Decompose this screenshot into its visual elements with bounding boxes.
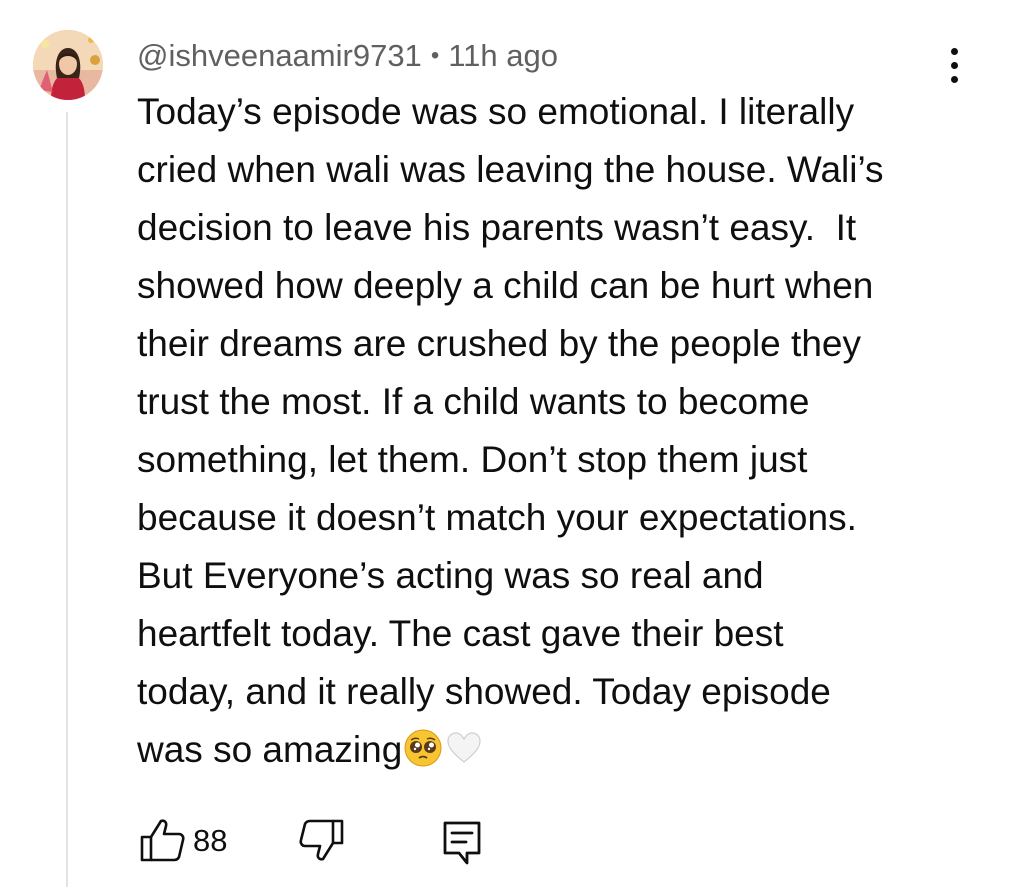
timestamp[interactable]: 11h ago: [448, 38, 558, 73]
like-button[interactable]: [137, 813, 191, 867]
comment-line: Today’s episode was so emotional. I lite…: [137, 91, 855, 132]
comment-body: Today’s episode was so emotional. I lite…: [137, 83, 937, 779]
pleading-face-emoji-icon: [404, 729, 442, 767]
comment-line: because it doesn’t match your expectatio…: [137, 497, 857, 538]
comment-line: today, and it really showed. Today episo…: [137, 671, 831, 712]
more-vertical-icon-dot: [951, 62, 958, 69]
comment-line: But Everyone’s acting was so real and: [137, 555, 764, 596]
reply-comment-icon: [443, 821, 481, 865]
comment-line: their dreams are crushed by the people t…: [137, 323, 861, 364]
reply-button[interactable]: [437, 815, 491, 869]
comment-line: heartfelt today. The cast gave their bes…: [137, 613, 784, 654]
meta-separator: •: [430, 42, 440, 69]
comment-line: something, let them. Don’t stop them jus…: [137, 439, 808, 480]
dislike-button[interactable]: [293, 813, 347, 867]
comment-line: decision to leave his parents wasn’t eas…: [137, 207, 857, 248]
white-heart-emoji-icon: [447, 732, 481, 763]
comment-line-last: was so amazing: [137, 721, 937, 779]
comment-line: trust the most. If a child wants to beco…: [137, 381, 810, 422]
author-handle[interactable]: @ishveenaamir9731: [137, 38, 422, 73]
user-avatar-image: [33, 30, 103, 100]
more-vertical-icon: [951, 48, 958, 55]
comment-line: showed how deeply a child can be hurt wh…: [137, 265, 874, 306]
comment-line: cried when wali was leaving the house. W…: [137, 149, 884, 190]
comment-line-text: was so amazing: [137, 729, 403, 770]
comment-meta: @ishveenaamir9731 • 11h ago: [137, 36, 558, 76]
like-count: 88: [193, 823, 228, 858]
thumbs-up-icon: [140, 819, 185, 862]
thumbs-down-icon: [299, 819, 344, 861]
avatar[interactable]: [33, 30, 103, 100]
more-options-button[interactable]: [935, 44, 975, 88]
more-vertical-icon-dot: [951, 76, 958, 83]
thread-line: [66, 112, 68, 887]
